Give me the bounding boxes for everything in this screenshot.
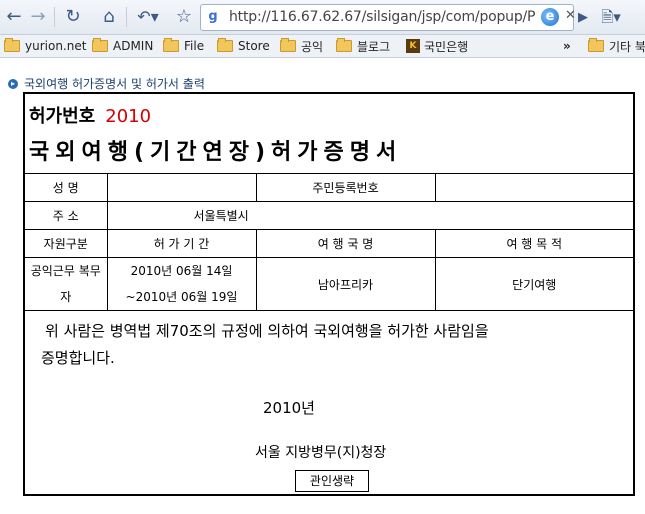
country-label: 여 행 국 명 <box>255 229 436 258</box>
folder-icon <box>217 38 233 52</box>
permit-year: 2010 <box>105 106 152 127</box>
permit-number-row: 허가번호 2010 <box>29 102 151 128</box>
table-row: 성 명 주민등록번호 <box>25 173 633 202</box>
name-value <box>106 173 257 202</box>
category-value-line1: 공익근무 복무 <box>30 264 101 278</box>
bank-icon: K <box>406 39 420 53</box>
page-menu-icon[interactable]: 🗎▾ <box>598 5 624 29</box>
bullet-arrow-icon: ▸ <box>8 78 18 89</box>
folder-icon <box>163 38 179 52</box>
bookmark-star-icon[interactable]: ☆ <box>174 5 194 29</box>
period-value: 2010년 06월 14일 ~2010년 06월 19일 <box>106 257 257 311</box>
bookmark-store[interactable]: Store <box>217 38 270 54</box>
bookmark-file[interactable]: File <box>163 38 204 54</box>
purpose-label: 여 행 목 적 <box>434 229 633 258</box>
url-text[interactable]: http://116.67.62.67/silsigan/jsp/com/pop… <box>229 9 535 25</box>
folder-icon <box>4 38 20 52</box>
period-label: 허 가 기 간 <box>106 229 257 258</box>
issue-year: 2010년 <box>263 399 315 417</box>
bookmark-label: ADMIN <box>113 39 154 53</box>
bookmark-label: 공익 <box>301 39 324 54</box>
undo-history-icon[interactable]: ↶▾ <box>132 5 164 29</box>
bookmark-label: 기타 북 <box>609 39 645 54</box>
bookmark-label: yurion.net <box>25 39 87 53</box>
official-seal-omitted-button[interactable]: 관인생략 <box>295 470 369 492</box>
period-start: 2010년 06월 14일 <box>130 264 233 278</box>
folder-icon <box>280 38 296 52</box>
bookmark-label: 블로그 <box>357 39 391 54</box>
resident-no-value <box>434 173 633 202</box>
bookmark-admin[interactable]: ADMIN <box>92 38 153 54</box>
site-favicon-icon: g <box>208 9 218 24</box>
bookmark-kookmin-bank[interactable]: K 국민은행 <box>406 38 468 54</box>
address-bar[interactable]: g http://116.67.62.67/silsigan/jsp/com/p… <box>200 4 576 31</box>
bookmark-gongik[interactable]: 공익 <box>280 38 323 54</box>
bookmark-label: File <box>184 39 205 53</box>
certificate-title: 국외여행(기간연장)허가증명서 <box>29 140 403 165</box>
category-value-line2: 자 <box>60 290 72 304</box>
folder-icon <box>92 38 108 52</box>
home-icon[interactable]: ⌂ <box>98 5 120 29</box>
back-arrow-icon[interactable]: ← <box>4 5 24 29</box>
folder-icon <box>588 38 604 52</box>
address-value: 서울특별시 <box>106 201 633 230</box>
country-value: 남아프리카 <box>255 257 436 311</box>
browser-toolbar: ← → ↻ ⌂ ↶▾ ☆ g http://116.67.62.67/silsi… <box>0 0 645 35</box>
resident-no-label: 주민등록번호 <box>255 173 436 202</box>
issuer-name: 서울 지방병무(지)청장 <box>255 445 387 461</box>
certificate: 허가번호 2010 국외여행(기간연장)허가증명서 성 명 주민등록번호 주 소 … <box>23 92 635 496</box>
bookmark-blog[interactable]: 블로그 <box>336 38 390 54</box>
page-heading: ▸ 국외여행 허가증명서 및 허가서 출력 <box>8 75 205 92</box>
permit-label: 허가번호 <box>29 106 96 127</box>
reload-icon[interactable]: ↻ <box>62 5 84 29</box>
table-row: 주 소 서울특별시 <box>25 201 633 230</box>
bookmark-yurion[interactable]: yurion.net <box>4 38 86 54</box>
certificate-info-table: 성 명 주민등록번호 주 소 서울특별시 자원구분 허 가 기 간 여 행 국 … <box>25 173 633 311</box>
certificate-statement: 위 사람은 병역법 제70조의 규정에 의하여 국외여행을 허가한 사람임을 증… <box>41 318 489 372</box>
bookmark-label: Store <box>238 39 270 53</box>
category-value: 공익근무 복무 자 <box>25 257 108 311</box>
table-row: 공익근무 복무 자 2010년 06월 14일 ~2010년 06월 19일 남… <box>25 257 633 311</box>
bookmarks-bar: yurion.net ADMIN File Store 공익 블로그 K 국민은… <box>0 35 645 58</box>
forward-arrow-icon[interactable]: → <box>28 5 48 29</box>
address-label: 주 소 <box>25 201 108 230</box>
statement-line2: 증명합니다. <box>41 349 115 367</box>
category-label: 자원구분 <box>25 229 108 258</box>
name-label: 성 명 <box>25 173 108 202</box>
toolbar-divider <box>54 7 55 27</box>
go-play-icon[interactable]: ▶ <box>574 5 592 29</box>
folder-icon <box>336 38 352 52</box>
page-heading-text: 국외여행 허가증명서 및 허가서 출력 <box>24 77 205 91</box>
bookmarks-overflow-chevron-icon[interactable]: » <box>563 38 571 54</box>
bookmark-label: 국민은행 <box>424 39 469 54</box>
period-end: ~2010년 06월 19일 <box>125 290 238 304</box>
toolbar-divider <box>126 7 127 27</box>
table-row: 자원구분 허 가 기 간 여 행 국 명 여 행 목 적 <box>25 229 633 258</box>
ie-tab-icon[interactable]: e <box>541 8 559 26</box>
purpose-value: 단기여행 <box>434 257 633 311</box>
bookmark-other[interactable]: 기타 북 <box>588 38 645 54</box>
statement-line1: 위 사람은 병역법 제70조의 규정에 의하여 국외여행을 허가한 사람임을 <box>45 322 489 340</box>
